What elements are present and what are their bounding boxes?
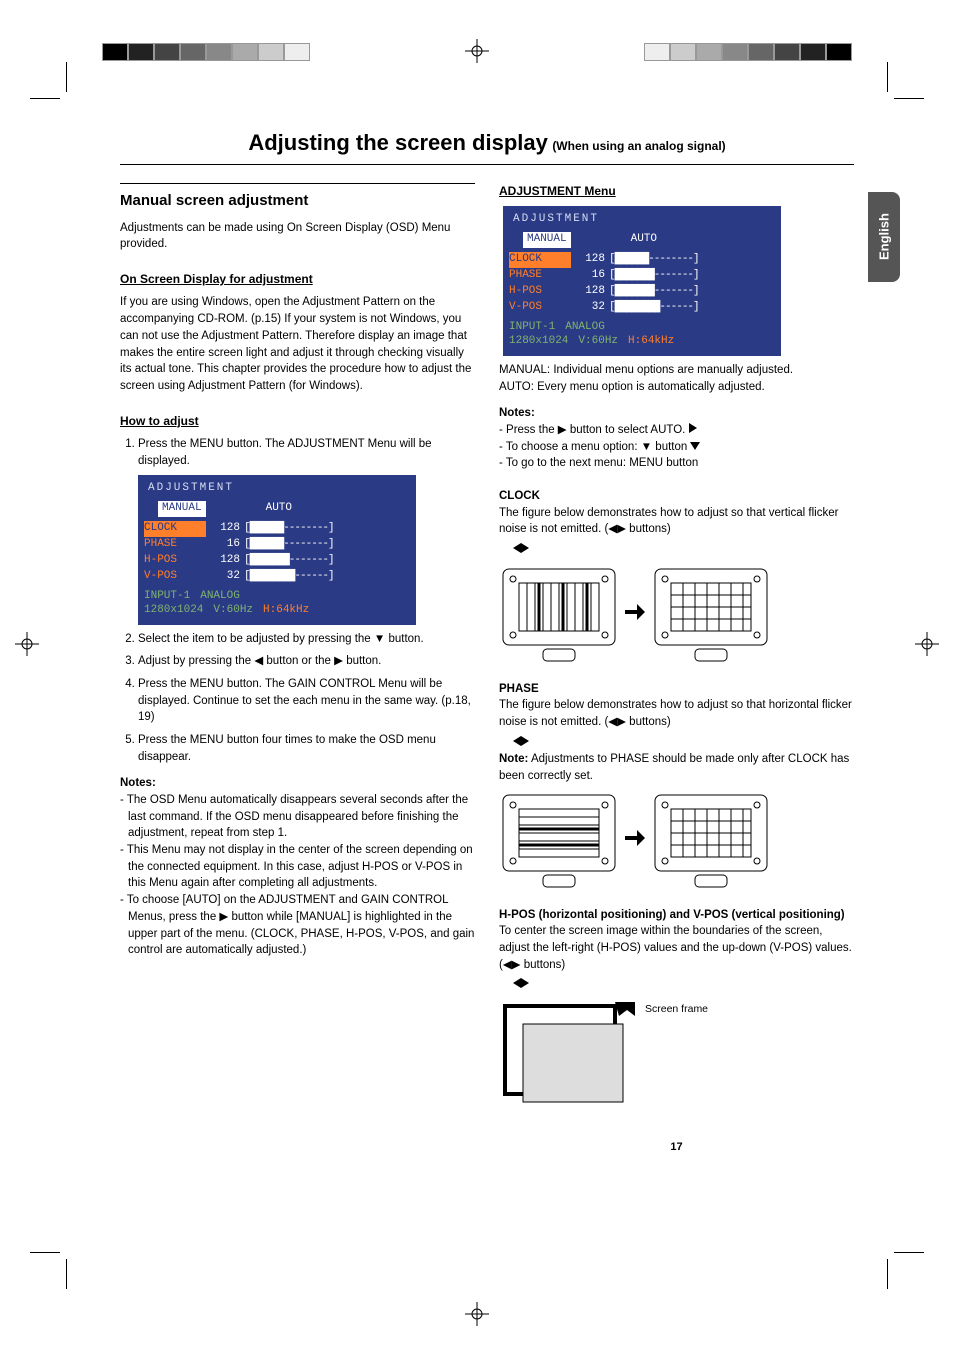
notes-heading: Notes: [120, 775, 475, 792]
steps-list: Press the MENU button. The ADJUSTMENT Me… [120, 436, 475, 766]
clock-illustration [499, 565, 854, 665]
step-item: Adjust by pressing the ◀ button or the ▶… [138, 653, 475, 670]
step-item: Press the MENU button four times to make… [138, 732, 475, 765]
bar-icon: [███████-------] [244, 553, 410, 569]
lr-buttons-icon [499, 735, 854, 752]
bar-icon: [████████------] [609, 300, 775, 316]
bar-icon: [██████--------] [244, 521, 410, 537]
page-number: 17 [499, 1140, 854, 1156]
crop-mark [884, 62, 924, 102]
crop-mark [30, 1249, 70, 1289]
adjustment-heading: ADJUSTMENT Menu [499, 183, 854, 200]
triangle-right-icon [689, 423, 697, 433]
page-title: Adjusting the screen display [248, 130, 548, 155]
crop-mark [884, 1249, 924, 1289]
note-item: - Press the ▶ button to select AUTO. [499, 422, 854, 439]
bar-icon: [███████-------] [609, 284, 775, 300]
phase-heading: PHASE [499, 681, 854, 698]
bar-icon: [██████--------] [244, 537, 410, 553]
triangle-down-icon [690, 442, 700, 450]
section-header-manual: Manual screen adjustment [120, 190, 475, 212]
phase-note: Note: Adjustments to PHASE should be mad… [499, 751, 854, 784]
lr-buttons-icon [499, 542, 854, 559]
swatch-bar-right [644, 43, 852, 61]
intro-text: Adjustments can be made using On Screen … [120, 220, 475, 253]
osd-tab-auto: AUTO [266, 501, 292, 517]
bar-icon: [██████--------] [609, 252, 775, 268]
left-column: Manual screen adjustment Adjustments can… [120, 183, 475, 1156]
language-tab: English [868, 192, 900, 282]
osd-figure: ADJUSTMENT MANUAL AUTO CLOCK128[██████--… [138, 475, 416, 625]
note-item: - To choose a menu option: ▼ button [499, 439, 854, 456]
crop-mark [30, 62, 70, 102]
registration-mark-icon [15, 632, 39, 656]
right-column: ADJUSTMENT Menu ADJUSTMENT MANUAL AUTO C… [499, 183, 854, 1156]
note-item: - The OSD Menu automatically disappears … [120, 792, 475, 842]
osd-title: ADJUSTMENT [144, 481, 410, 497]
osd-tab-auto: AUTO [631, 232, 657, 248]
step-item: Press the MENU button. The GAIN CONTROL … [138, 676, 475, 726]
osd-figure: ADJUSTMENT MANUAL AUTO CLOCK128[██████--… [503, 206, 781, 356]
clock-text: The figure below demonstrates how to adj… [499, 505, 854, 538]
arrow-right-icon [623, 600, 647, 630]
note-item: - To go to the next menu: MENU button [499, 455, 854, 472]
hpos-illustration: Screen frame [499, 1000, 854, 1120]
note-item: - This Menu may not display in the cente… [120, 842, 475, 892]
howto-heading: How to adjust [120, 413, 475, 430]
print-bars-top [0, 35, 954, 95]
hpos-text: To center the screen image within the bo… [499, 923, 854, 973]
osd-title: ADJUSTMENT [509, 212, 775, 228]
adj-desc: MANUAL: Individual menu options are manu… [499, 362, 854, 379]
screen-frame-icon [499, 1000, 639, 1120]
lr-buttons-icon [499, 977, 854, 994]
bar-icon: [████████------] [244, 569, 410, 585]
hpos-heading: H-POS (horizontal positioning) and V-POS… [499, 907, 854, 924]
registration-mark-icon [915, 632, 939, 656]
page-subtitle: (When using an analog signal) [552, 139, 725, 153]
osd-desc: If you are using Windows, open the Adjus… [120, 294, 475, 394]
notes-heading: Notes: [499, 405, 854, 422]
clock-heading: CLOCK [499, 488, 854, 505]
phase-text: The figure below demonstrates how to adj… [499, 697, 854, 730]
monitor-before-icon [499, 565, 619, 665]
osd-tab-manual: MANUAL [158, 501, 206, 517]
note-item: - To choose [AUTO] on the ADJUSTMENT and… [120, 892, 475, 959]
registration-mark-icon [465, 39, 489, 63]
registration-mark-icon [465, 1302, 489, 1326]
monitor-after-icon [651, 791, 771, 891]
page-title-row: Adjusting the screen display (When using… [120, 130, 854, 165]
osd-heading: On Screen Display for adjustment [120, 271, 475, 288]
arrow-right-icon [623, 826, 647, 856]
step-item: Press the MENU button. The ADJUSTMENT Me… [138, 436, 475, 625]
notes-list: - The OSD Menu automatically disappears … [120, 792, 475, 959]
osd-tab-manual: MANUAL [523, 232, 571, 248]
bar-icon: [███████-------] [609, 268, 775, 284]
frame-label: Screen frame [645, 1002, 708, 1017]
step-item: Select the item to be adjusted by pressi… [138, 631, 475, 648]
swatch-bar-left [102, 43, 310, 61]
monitor-after-icon [651, 565, 771, 665]
phase-illustration [499, 791, 854, 891]
adj-desc: AUTO: Every menu option is automatically… [499, 379, 854, 396]
monitor-before-icon [499, 791, 619, 891]
